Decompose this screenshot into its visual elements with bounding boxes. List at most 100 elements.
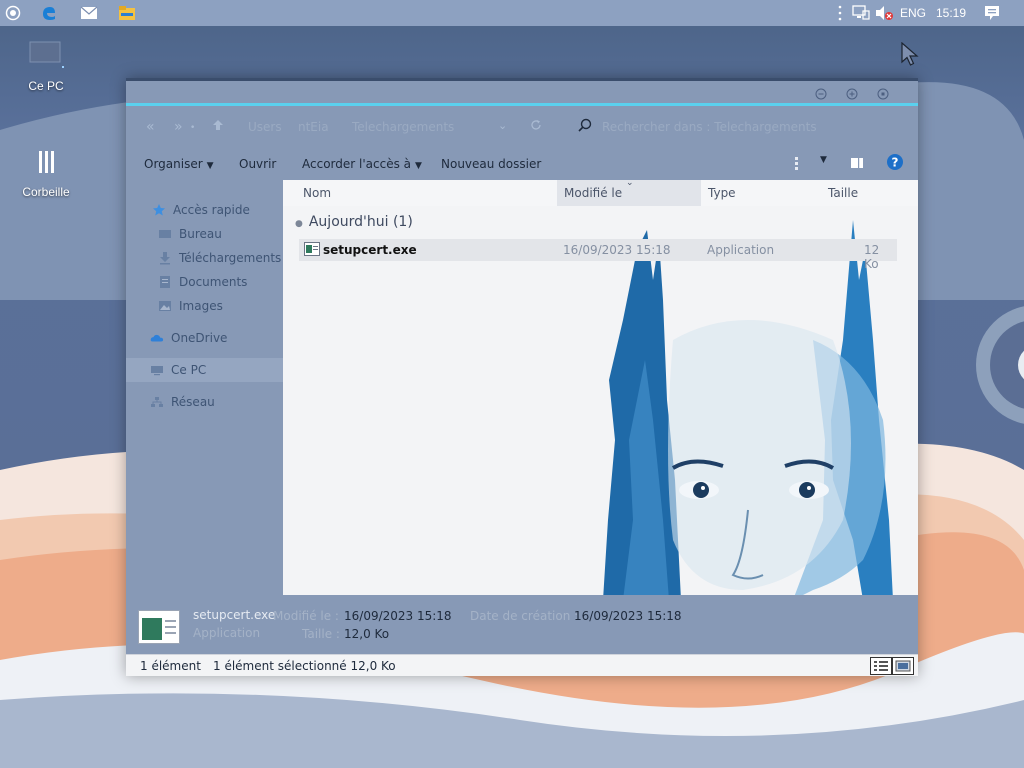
address-dropdown-icon[interactable]: ⌄ <box>498 119 507 132</box>
group-bullet-icon: ● <box>295 219 303 229</box>
svg-text:?: ? <box>892 156 899 170</box>
file-list-pane: Nom Modifié le ⌄ Type Taille ● Aujourd'hu… <box>283 180 918 595</box>
close-button[interactable] <box>876 88 890 100</box>
maximize-button[interactable] <box>845 88 859 100</box>
chevron-down-icon: ▼ <box>415 161 422 171</box>
nav-desktop[interactable]: Bureau <box>126 222 283 246</box>
details-size-value: 12,0 Ko <box>344 627 390 641</box>
details-created-value: 16/09/2023 15:18 <box>574 609 682 623</box>
details-file-name: setupcert.exe <box>193 608 276 622</box>
up-icon[interactable] <box>212 119 224 135</box>
details-view-icon[interactable] <box>870 657 892 675</box>
language-indicator[interactable]: ENG <box>900 6 926 20</box>
recent-dropdown-icon[interactable]: • <box>190 123 195 133</box>
back-icon[interactable]: « <box>146 119 155 135</box>
large-icons-view-icon[interactable] <box>892 657 914 675</box>
mouse-cursor-icon <box>901 41 919 71</box>
nav-label: Documents <box>179 275 248 289</box>
overflow-icon[interactable] <box>838 5 842 24</box>
nav-quick-access[interactable]: Accès rapide <box>126 198 283 222</box>
mail-icon[interactable] <box>80 4 98 22</box>
picture-icon <box>158 299 172 313</box>
file-type: Application <box>707 243 775 257</box>
computer-icon <box>29 41 64 68</box>
breadcrumb-user[interactable]: ntEia <box>298 120 329 134</box>
help-icon[interactable]: ? <box>886 153 904 174</box>
desktop-folder-icon <box>158 227 172 241</box>
new-folder-button[interactable]: Nouveau dossier <box>441 157 541 171</box>
desktop-icon-this-pc[interactable]: Ce PC <box>6 40 86 93</box>
breadcrumb-downloads[interactable]: Telechargements <box>352 120 454 134</box>
download-icon <box>158 251 172 265</box>
organize-label: Organiser <box>144 157 203 171</box>
file-modified: 16/09/2023 15:18 <box>563 243 671 257</box>
group-label: Aujourd'hui (1) <box>308 214 413 230</box>
details-modified-key: Modifié le : <box>273 609 339 623</box>
details-created-key: Date de création : <box>470 609 579 623</box>
file-thumbnail-icon <box>138 610 180 647</box>
clock[interactable]: 15:19 <box>936 6 966 20</box>
search-icon[interactable] <box>578 118 592 136</box>
column-size[interactable]: Taille <box>828 186 858 200</box>
share-label: Accorder l'accès à <box>302 157 411 171</box>
taskbar: ENG 15:19 <box>0 0 1024 26</box>
network-icon[interactable] <box>852 5 870 24</box>
preview-pane-icon[interactable] <box>850 156 864 173</box>
column-name[interactable]: Nom <box>303 186 331 200</box>
nav-label: Images <box>179 299 223 313</box>
nav-onedrive[interactable]: OneDrive <box>126 326 283 350</box>
group-header-today[interactable]: ● Aujourd'hui (1) <box>295 214 413 230</box>
nav-label: Réseau <box>171 395 215 409</box>
details-size-key: Taille : <box>302 627 340 641</box>
notification-icon[interactable] <box>984 5 1000 24</box>
navigation-pane: Accès rapide Bureau Téléchargements Docu… <box>126 180 283 604</box>
start-icon[interactable] <box>4 4 22 22</box>
search-input[interactable] <box>602 116 902 138</box>
file-name: setupcert.exe <box>323 243 417 257</box>
network-icon <box>150 395 164 409</box>
share-button[interactable]: Accorder l'accès à ▼ <box>302 157 422 171</box>
nav-label: Accès rapide <box>173 203 250 217</box>
nav-network[interactable]: Réseau <box>126 390 283 414</box>
view-options-icon[interactable] <box>794 156 808 173</box>
refresh-icon[interactable] <box>530 119 542 135</box>
desktop-icon-recycle-bin[interactable]: Corbeille <box>6 148 86 199</box>
organize-button[interactable]: Organiser ▼ <box>144 157 214 171</box>
details-modified-value: 16/09/2023 15:18 <box>344 609 452 623</box>
breadcrumb-users[interactable]: Users <box>248 120 282 134</box>
chevron-down-icon: ▼ <box>206 161 214 171</box>
table-row[interactable]: setupcert.exe 16/09/2023 15:18 Applicati… <box>299 239 897 271</box>
star-icon <box>152 203 166 217</box>
details-file-type: Application <box>193 626 261 640</box>
file-size: 12 Ko <box>864 243 880 271</box>
file-explorer-icon[interactable] <box>118 4 136 22</box>
nav-label: Bureau <box>179 227 222 241</box>
computer-icon <box>150 363 164 377</box>
edge-icon[interactable] <box>40 4 58 22</box>
nav-this-pc[interactable]: Ce PC <box>126 358 283 382</box>
nav-images[interactable]: Images <box>126 294 283 318</box>
forward-icon[interactable]: » <box>174 119 183 135</box>
file-explorer-window: « » • Users ntEia Telechargements ⌄ Orga… <box>126 78 918 676</box>
command-bar: Organiser ▼ Ouvrir Accorder l'accès à ▼ No… <box>126 148 918 180</box>
folder-background-portrait <box>603 220 893 595</box>
view-dropdown-icon[interactable]: ▼ <box>820 155 827 165</box>
status-bar: 1 élément 1 élément sélectionné 12,0 Ko <box>126 654 918 676</box>
nav-documents[interactable]: Documents <box>126 270 283 294</box>
title-bar[interactable] <box>126 78 918 104</box>
column-headers: Nom Modifié le ⌄ Type Taille <box>283 180 918 206</box>
address-bar: « » • Users ntEia Telechargements ⌄ <box>126 108 918 146</box>
sort-arrow-icon: ⌄ <box>626 180 634 188</box>
executable-icon <box>304 242 320 259</box>
desktop-icon-label: Corbeille <box>22 185 70 199</box>
status-item-count: 1 élément <box>140 659 201 673</box>
open-button[interactable]: Ouvrir <box>239 157 276 171</box>
minimize-button[interactable] <box>814 88 828 100</box>
nav-label: OneDrive <box>171 331 228 345</box>
column-type[interactable]: Type <box>708 186 736 200</box>
nav-downloads[interactable]: Téléchargements <box>126 246 283 270</box>
column-modified[interactable]: Modifié le <box>564 186 622 200</box>
volume-muted-icon[interactable] <box>875 5 893 24</box>
details-pane: setupcert.exe Application Modifié le : 1… <box>126 604 918 654</box>
cloud-icon <box>150 331 164 345</box>
